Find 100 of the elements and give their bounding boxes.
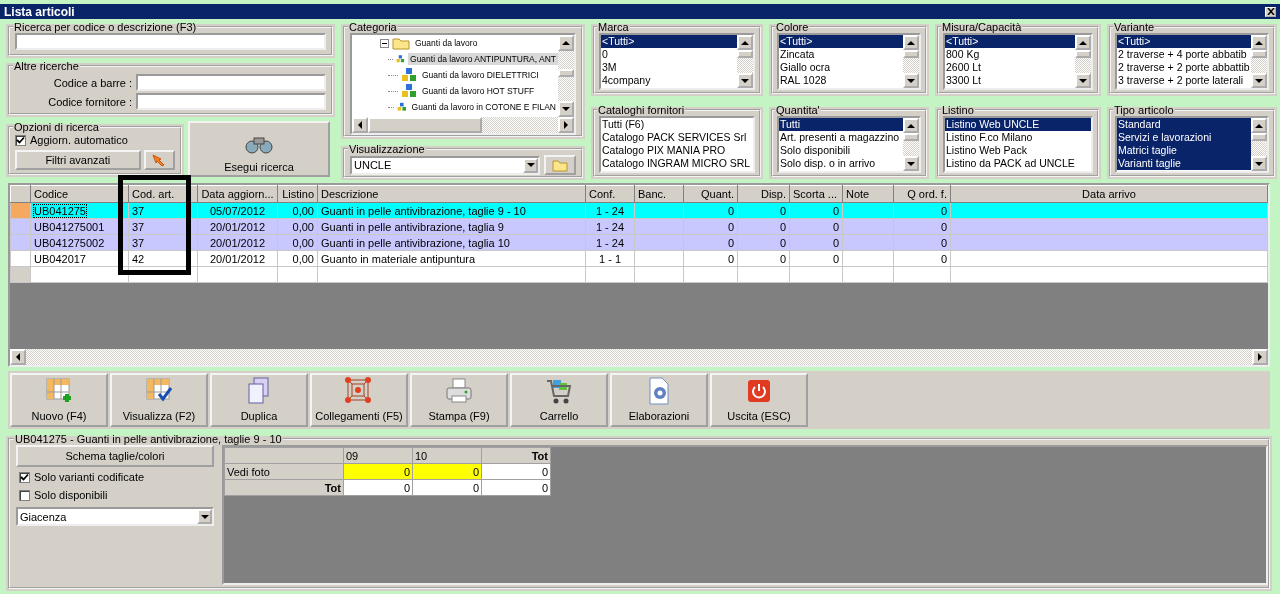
column-header[interactable]: Banc.	[634, 185, 684, 203]
column-header[interactable]: Disp.	[737, 185, 790, 203]
scrollbar[interactable]	[10, 349, 1268, 365]
list-item[interactable]: Matrici taglie	[1117, 144, 1251, 157]
advanced-filters-button[interactable]: Filtri avanzati	[15, 150, 141, 170]
scrollbar[interactable]	[1075, 35, 1091, 88]
tree-expander-icon[interactable]	[380, 38, 389, 48]
table-cell: Guanti in pelle antivibrazione, taglia 9	[321, 220, 504, 233]
list-item[interactable]: Listino Web UNCLE	[945, 118, 1091, 131]
pointer-button[interactable]	[143, 150, 175, 170]
list-item[interactable]: 3300 Lt	[945, 74, 1075, 87]
column-header[interactable]: Q ord. f.	[893, 185, 951, 203]
toolbar-button[interactable]: Nuovo (F4)	[10, 373, 108, 427]
table-cell: 0	[412, 479, 482, 496]
column-header[interactable]: Scorta ...	[789, 185, 843, 203]
tree-item[interactable]: Guanti da lavoro in COTONE E FILAN	[409, 101, 558, 113]
input-field[interactable]	[136, 93, 326, 110]
list-item[interactable]: 3 traverse + 2 porte laterali	[1117, 74, 1251, 87]
stock-dropdown[interactable]: Giacenza	[16, 507, 214, 526]
column-header[interactable]: Data aggiorn...	[197, 185, 278, 203]
toolbar-button[interactable]: Uscita (ESC)	[710, 373, 808, 427]
toolbar-button[interactable]: Carrello	[510, 373, 608, 427]
list-item[interactable]: 3M	[601, 61, 737, 74]
toolbar-button[interactable]: Collegamenti (F5)	[310, 373, 408, 427]
table-cell: 0,00	[292, 204, 314, 217]
list-item[interactable]: 0	[601, 48, 737, 61]
column-header: 09	[343, 447, 413, 464]
input-field[interactable]	[136, 74, 326, 91]
checkbox[interactable]	[15, 134, 26, 146]
list-item[interactable]: Solo disp. o in arrivo	[779, 157, 903, 170]
checkbox[interactable]	[19, 489, 30, 501]
list-item[interactable]: Listino F.co Milano	[945, 131, 1091, 144]
list-item[interactable]: 2 traverse + 4 porte abbatib	[1117, 48, 1251, 61]
list-item[interactable]: 4company	[601, 74, 737, 87]
search-field[interactable]	[15, 33, 326, 50]
list-item[interactable]: Catalogo INGRAM MICRO SRL	[601, 157, 753, 170]
size-color-scheme-button[interactable]: Schema taglie/colori	[16, 445, 214, 467]
view-dropdown[interactable]: UNCLE	[350, 155, 540, 175]
list-item[interactable]: Tutti (F6)	[601, 118, 753, 131]
table-cell: 1 - 24	[595, 204, 625, 217]
list-item[interactable]: 2 traverse + 2 porte abbattib	[1117, 61, 1251, 74]
close-button[interactable]	[1265, 6, 1276, 17]
scrollbar[interactable]	[1251, 118, 1267, 171]
list-item[interactable]: Listino da PACK ad UNCLE	[945, 157, 1091, 170]
list-item[interactable]: Catalogo PACK SERVICES Srl	[601, 131, 753, 144]
group-title: Listino	[941, 104, 975, 116]
column-header[interactable]: Descrizione	[317, 185, 586, 203]
list-item[interactable]: RAL 1028	[779, 74, 903, 87]
scrollbar[interactable]	[903, 35, 919, 88]
column-header[interactable]: Note	[842, 185, 894, 203]
column-header[interactable]: Codice	[30, 185, 129, 203]
list-item[interactable]: Tutti	[779, 118, 903, 131]
table-cell: 0	[727, 204, 734, 217]
scrollbar[interactable]	[737, 35, 753, 88]
list-item[interactable]: Standard	[1117, 118, 1251, 131]
folder-icon	[552, 158, 568, 172]
list-item[interactable]: 800 Kg	[945, 48, 1075, 61]
toolbar-button[interactable]: Visualizza (F2)	[110, 373, 208, 427]
table-cell: UB041275001	[34, 220, 105, 233]
list-item[interactable]: <Tutti>	[945, 35, 1075, 48]
group-title: Marca	[597, 21, 630, 33]
toolbar-button[interactable]: Stampa (F9)	[410, 373, 508, 427]
table-cell: 20/01/2012	[209, 220, 266, 233]
list-item[interactable]: Listino Web Pack	[945, 144, 1091, 157]
list-item[interactable]: <Tutti>	[1117, 35, 1251, 48]
table-cell: 0	[727, 252, 734, 265]
list-item[interactable]: Servizi e lavorazioni	[1117, 131, 1251, 144]
tree-item[interactable]: Guanti da lavoro ANTIPUNTURA, ANT	[408, 53, 558, 65]
list-item[interactable]: Catalogo PIX MANIA PRO	[601, 144, 753, 157]
checkbox[interactable]	[19, 471, 30, 483]
tree-item[interactable]: Guanti da lavoro	[413, 37, 480, 49]
toolbar-button[interactable]: Duplica	[210, 373, 308, 427]
list-item[interactable]: Varianti taglie	[1117, 157, 1251, 170]
scrollbar[interactable]	[558, 35, 574, 117]
scrollbar[interactable]	[352, 117, 574, 133]
column-header: 10	[412, 447, 482, 464]
table-cell: 1 - 1	[599, 252, 621, 265]
list-item[interactable]: 2600 Lt	[945, 61, 1075, 74]
list-item[interactable]: Zincata	[779, 48, 903, 61]
list-item[interactable]: Art. presenti a magazzino	[779, 131, 903, 144]
table-cell: 0	[832, 252, 839, 265]
column-header[interactable]: Conf.	[585, 185, 635, 203]
tree-item[interactable]: Guanti da lavoro HOT STUFF	[420, 85, 537, 97]
printer-icon	[444, 376, 474, 406]
column-header[interactable]: Listino	[277, 185, 318, 203]
table-cell: 37	[132, 220, 145, 233]
list-item[interactable]: Giallo ocra	[779, 61, 903, 74]
list-item[interactable]: Solo disponibili	[779, 144, 903, 157]
scrollbar[interactable]	[1251, 35, 1267, 88]
table-cell: UB042017	[34, 252, 86, 265]
list-item[interactable]: <Tutti>	[601, 35, 737, 48]
tree-item[interactable]: Guanti da lavoro DIELETTRICI	[420, 69, 541, 81]
table-cell: 37	[132, 236, 145, 249]
run-search-button[interactable]: Esegui ricerca	[188, 121, 330, 177]
list-item[interactable]: <Tutti>	[779, 35, 903, 48]
toolbar-button[interactable]: Elaborazioni	[610, 373, 708, 427]
column-header[interactable]: Quant.	[683, 185, 738, 203]
field-label: Codice a barre :	[53, 76, 132, 89]
scrollbar[interactable]	[903, 118, 919, 171]
column-header[interactable]: Data arrivo	[950, 185, 1268, 203]
